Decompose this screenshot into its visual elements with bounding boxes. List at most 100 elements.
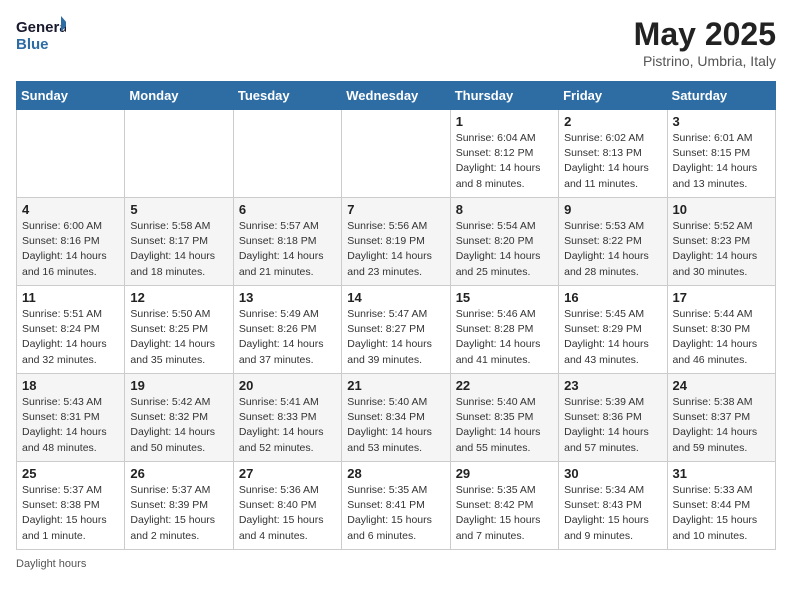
day-info: Sunrise: 6:04 AMSunset: 8:12 PMDaylight:… <box>456 131 553 192</box>
day-number: 12 <box>130 290 227 305</box>
day-number: 7 <box>347 202 444 217</box>
day-number: 26 <box>130 466 227 481</box>
day-number: 11 <box>22 290 119 305</box>
calendar-cell: 8 Sunrise: 5:54 AMSunset: 8:20 PMDaylight… <box>450 198 558 286</box>
day-number: 13 <box>239 290 336 305</box>
calendar-cell: 1 Sunrise: 6:04 AMSunset: 8:12 PMDaylight… <box>450 110 558 198</box>
day-number: 27 <box>239 466 336 481</box>
day-info: Sunrise: 5:57 AMSunset: 8:18 PMDaylight:… <box>239 219 336 280</box>
calendar-week-row: 11Sunrise: 5:51 AMSunset: 8:24 PMDayligh… <box>17 286 776 374</box>
calendar-cell <box>342 110 450 198</box>
calendar-cell: 15 Sunrise: 5:46 AMSunset: 8:28 PMDayligh… <box>450 286 558 374</box>
day-number: 8 <box>456 202 553 217</box>
day-info: Sunrise: 5:35 AMSunset: 8:41 PMDaylight:… <box>347 483 444 544</box>
location-subtitle: Pistrino, Umbria, Italy <box>634 53 776 69</box>
calendar-dow-saturday: Saturday <box>667 82 775 110</box>
day-info: Sunrise: 5:43 AMSunset: 8:31 PMDaylight:… <box>22 395 119 456</box>
calendar-week-row: 18 Sunrise: 5:43 AMSunset: 8:31 PMDayligh… <box>17 374 776 462</box>
calendar-cell: 19Sunrise: 5:42 AMSunset: 8:32 PMDayligh… <box>125 374 233 462</box>
day-info: Sunrise: 5:50 AMSunset: 8:25 PMDaylight:… <box>130 307 227 368</box>
day-info: Sunrise: 5:39 AMSunset: 8:36 PMDaylight:… <box>564 395 661 456</box>
calendar-cell: 22Sunrise: 5:40 AMSunset: 8:35 PMDayligh… <box>450 374 558 462</box>
day-info: Sunrise: 5:37 AMSunset: 8:38 PMDaylight:… <box>22 483 119 544</box>
day-number: 24 <box>673 378 770 393</box>
day-number: 2 <box>564 114 661 129</box>
calendar-cell: 13Sunrise: 5:49 AMSunset: 8:26 PMDayligh… <box>233 286 341 374</box>
day-number: 1 <box>456 114 553 129</box>
calendar-dow-wednesday: Wednesday <box>342 82 450 110</box>
day-number: 19 <box>130 378 227 393</box>
day-number: 14 <box>347 290 444 305</box>
day-number: 25 <box>22 466 119 481</box>
day-number: 31 <box>673 466 770 481</box>
day-info: Sunrise: 5:38 AMSunset: 8:37 PMDaylight:… <box>673 395 770 456</box>
calendar-cell: 11Sunrise: 5:51 AMSunset: 8:24 PMDayligh… <box>17 286 125 374</box>
day-number: 21 <box>347 378 444 393</box>
title-block: May 2025 Pistrino, Umbria, Italy <box>634 16 776 69</box>
calendar-cell: 30 Sunrise: 5:34 AMSunset: 8:43 PMDayligh… <box>559 462 667 550</box>
calendar-table: SundayMondayTuesdayWednesdayThursdayFrid… <box>16 81 776 550</box>
calendar-cell <box>125 110 233 198</box>
day-info: Sunrise: 5:40 AMSunset: 8:35 PMDaylight:… <box>456 395 553 456</box>
calendar-dow-tuesday: Tuesday <box>233 82 341 110</box>
calendar-cell: 16 Sunrise: 5:45 AMSunset: 8:29 PMDayligh… <box>559 286 667 374</box>
day-number: 20 <box>239 378 336 393</box>
day-number: 30 <box>564 466 661 481</box>
calendar-cell: 7 Sunrise: 5:56 AMSunset: 8:19 PMDaylight… <box>342 198 450 286</box>
calendar-cell: 31 Sunrise: 5:33 AMSunset: 8:44 PMDayligh… <box>667 462 775 550</box>
calendar-cell: 26 Sunrise: 5:37 AMSunset: 8:39 PMDayligh… <box>125 462 233 550</box>
day-info: Sunrise: 5:56 AMSunset: 8:19 PMDaylight:… <box>347 219 444 280</box>
day-info: Sunrise: 6:00 AMSunset: 8:16 PMDaylight:… <box>22 219 119 280</box>
day-info: Sunrise: 5:37 AMSunset: 8:39 PMDaylight:… <box>130 483 227 544</box>
calendar-cell: 2 Sunrise: 6:02 AMSunset: 8:13 PMDaylight… <box>559 110 667 198</box>
logo: GeneralBlue <box>16 16 66 54</box>
calendar-cell: 24 Sunrise: 5:38 AMSunset: 8:37 PMDayligh… <box>667 374 775 462</box>
month-title: May 2025 <box>634 16 776 53</box>
day-number: 6 <box>239 202 336 217</box>
calendar-dow-thursday: Thursday <box>450 82 558 110</box>
daylight-label: Daylight hours <box>16 558 86 570</box>
calendar-cell: 17 Sunrise: 5:44 AMSunset: 8:30 PMDayligh… <box>667 286 775 374</box>
calendar-cell: 14Sunrise: 5:47 AMSunset: 8:27 PMDayligh… <box>342 286 450 374</box>
day-number: 17 <box>673 290 770 305</box>
day-info: Sunrise: 5:44 AMSunset: 8:30 PMDaylight:… <box>673 307 770 368</box>
day-number: 16 <box>564 290 661 305</box>
day-info: Sunrise: 5:34 AMSunset: 8:43 PMDaylight:… <box>564 483 661 544</box>
day-number: 28 <box>347 466 444 481</box>
day-info: Sunrise: 5:54 AMSunset: 8:20 PMDaylight:… <box>456 219 553 280</box>
day-number: 4 <box>22 202 119 217</box>
calendar-cell: 9 Sunrise: 5:53 AMSunset: 8:22 PMDaylight… <box>559 198 667 286</box>
day-number: 29 <box>456 466 553 481</box>
day-info: Sunrise: 5:33 AMSunset: 8:44 PMDaylight:… <box>673 483 770 544</box>
day-info: Sunrise: 5:40 AMSunset: 8:34 PMDaylight:… <box>347 395 444 456</box>
day-number: 9 <box>564 202 661 217</box>
day-info: Sunrise: 5:41 AMSunset: 8:33 PMDaylight:… <box>239 395 336 456</box>
day-number: 23 <box>564 378 661 393</box>
svg-text:Blue: Blue <box>16 36 49 53</box>
calendar-cell: 21 Sunrise: 5:40 AMSunset: 8:34 PMDayligh… <box>342 374 450 462</box>
calendar-cell <box>233 110 341 198</box>
calendar-cell: 18 Sunrise: 5:43 AMSunset: 8:31 PMDayligh… <box>17 374 125 462</box>
day-number: 5 <box>130 202 227 217</box>
day-info: Sunrise: 5:36 AMSunset: 8:40 PMDaylight:… <box>239 483 336 544</box>
day-info: Sunrise: 5:46 AMSunset: 8:28 PMDaylight:… <box>456 307 553 368</box>
calendar-header-row: SundayMondayTuesdayWednesdayThursdayFrid… <box>17 82 776 110</box>
day-number: 15 <box>456 290 553 305</box>
calendar-cell: 29Sunrise: 5:35 AMSunset: 8:42 PMDayligh… <box>450 462 558 550</box>
calendar-week-row: 4 Sunrise: 6:00 AMSunset: 8:16 PMDaylight… <box>17 198 776 286</box>
calendar-cell: 4 Sunrise: 6:00 AMSunset: 8:16 PMDaylight… <box>17 198 125 286</box>
day-number: 10 <box>673 202 770 217</box>
day-number: 18 <box>22 378 119 393</box>
calendar-cell: 23 Sunrise: 5:39 AMSunset: 8:36 PMDayligh… <box>559 374 667 462</box>
day-info: Sunrise: 5:45 AMSunset: 8:29 PMDaylight:… <box>564 307 661 368</box>
calendar-week-row: 25 Sunrise: 5:37 AMSunset: 8:38 PMDayligh… <box>17 462 776 550</box>
day-info: Sunrise: 6:01 AMSunset: 8:15 PMDaylight:… <box>673 131 770 192</box>
footer: Daylight hours <box>16 558 776 570</box>
day-info: Sunrise: 5:58 AMSunset: 8:17 PMDaylight:… <box>130 219 227 280</box>
calendar-cell: 12 Sunrise: 5:50 AMSunset: 8:25 PMDayligh… <box>125 286 233 374</box>
day-info: Sunrise: 5:53 AMSunset: 8:22 PMDaylight:… <box>564 219 661 280</box>
calendar-dow-monday: Monday <box>125 82 233 110</box>
calendar-cell: 28 Sunrise: 5:35 AMSunset: 8:41 PMDayligh… <box>342 462 450 550</box>
calendar-cell: 10Sunrise: 5:52 AMSunset: 8:23 PMDayligh… <box>667 198 775 286</box>
day-info: Sunrise: 6:02 AMSunset: 8:13 PMDaylight:… <box>564 131 661 192</box>
